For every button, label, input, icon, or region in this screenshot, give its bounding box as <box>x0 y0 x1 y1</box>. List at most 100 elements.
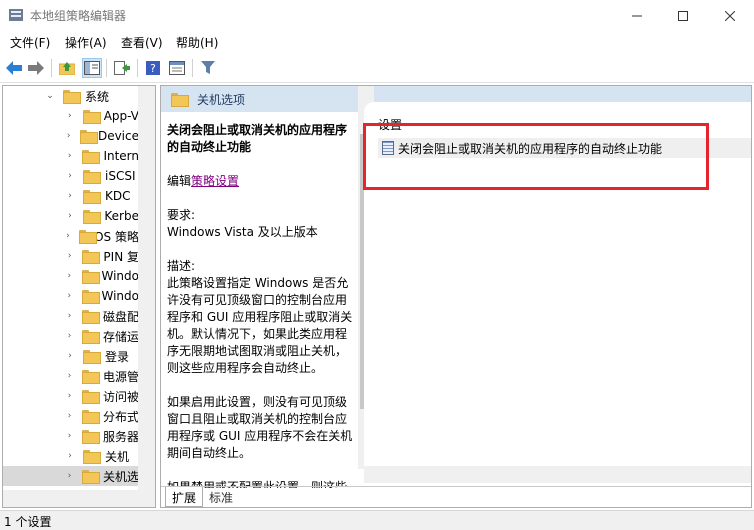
edit-policy-link[interactable]: 策略设置 <box>191 174 239 188</box>
folder-icon <box>82 250 101 264</box>
tree-item[interactable]: › 电源管 <box>3 366 139 386</box>
tree-item[interactable]: › 分布式 <box>3 406 139 426</box>
menu-help[interactable]: 帮助(H) <box>176 34 218 51</box>
chevron-right-icon[interactable]: › <box>65 271 74 281</box>
tree-item-label: 磁盘配 <box>102 309 139 324</box>
folder-icon <box>63 90 81 104</box>
tree-pane[interactable]: ⌄ 系统 › App-V › Device › Intern › iSCSI › KDC › Kerb… <box>2 85 156 508</box>
description-text: 此策略设置指定 Windows 是否允许没有可见顶级窗口的控制台应用程序和 GU… <box>167 276 353 375</box>
folder-icon <box>82 150 101 164</box>
folder-icon <box>83 350 101 364</box>
folder-icon <box>83 170 101 184</box>
menu-action[interactable]: 操作(A) <box>65 34 107 51</box>
help-icon: ? <box>146 61 160 75</box>
tree-item[interactable]: › Kerbe <box>3 206 139 226</box>
requirements-label: 要求: <box>167 208 196 222</box>
tree-item[interactable]: › Windo <box>3 286 139 306</box>
filter-icon <box>201 61 215 74</box>
tree-item-label: iSCSI <box>105 169 136 183</box>
chevron-right-icon[interactable]: › <box>65 311 74 321</box>
minimize-button[interactable] <box>614 0 660 31</box>
chevron-right-icon[interactable]: › <box>65 371 74 381</box>
tree-item[interactable]: › PIN 复 <box>3 246 139 266</box>
tree-item[interactable]: › 关机选 <box>3 466 139 486</box>
export-list-button[interactable] <box>112 58 132 78</box>
tree-item-label: Intern <box>103 149 139 163</box>
requirements-value: Windows Vista 及以上版本 <box>167 225 318 239</box>
tree-item[interactable]: › Device <box>3 126 139 146</box>
maximize-icon <box>678 10 688 21</box>
folder-icon <box>83 450 101 464</box>
chevron-right-icon[interactable]: › <box>65 231 71 241</box>
description-panel: 关闭会阻止或取消关机的应用程序的自动终止功能 编辑策略设置 要求: Window… <box>167 122 353 488</box>
tree-item[interactable]: › App-V <box>3 106 139 126</box>
chevron-right-icon[interactable]: › <box>65 131 72 141</box>
chevron-down-icon[interactable]: ⌄ <box>45 91 55 101</box>
tree-item-label: 登录 <box>105 349 130 364</box>
tab-standard[interactable]: 标准 <box>203 487 239 507</box>
chevron-right-icon[interactable]: › <box>65 451 75 461</box>
chevron-right-icon[interactable]: › <box>65 391 74 401</box>
folder-icon <box>78 230 98 244</box>
tree-item[interactable]: › OS 策略 <box>3 226 139 246</box>
chevron-right-icon[interactable]: › <box>65 471 74 481</box>
filter-button[interactable] <box>198 58 218 78</box>
chevron-right-icon[interactable]: › <box>65 211 75 221</box>
folder-icon <box>171 93 189 107</box>
properties-button[interactable] <box>167 58 187 78</box>
tree-item-system[interactable]: ⌄ 系统 <box>3 86 139 106</box>
tree-vertical-scrollbar[interactable] <box>138 86 155 490</box>
menu-file[interactable]: 文件(F) <box>10 34 50 51</box>
edit-policy-line: 编辑策略设置 <box>167 173 353 190</box>
tree-item[interactable]: › 存储运 <box>3 326 139 346</box>
show-hide-tree-button[interactable] <box>82 58 102 78</box>
chevron-right-icon[interactable]: › <box>65 171 75 181</box>
menu-view[interactable]: 查看(V) <box>121 34 163 51</box>
pane-header-title: 关机选项 <box>197 92 246 107</box>
close-icon <box>725 10 735 21</box>
chevron-right-icon[interactable]: › <box>65 431 74 441</box>
help-button[interactable]: ? <box>143 58 163 78</box>
tree-item[interactable]: › 磁盘配 <box>3 306 139 326</box>
chevron-right-icon[interactable]: › <box>65 351 75 361</box>
toolbar-separator <box>137 59 138 77</box>
tree-item[interactable]: › iSCSI <box>3 166 139 186</box>
tree-item-label: 关机选 <box>102 469 139 484</box>
tree-item[interactable]: › Intern <box>3 146 139 166</box>
chevron-right-icon[interactable]: › <box>65 291 74 301</box>
forward-icon <box>28 61 44 75</box>
chevron-right-icon[interactable]: › <box>65 111 75 121</box>
show-hide-tree-icon <box>84 61 100 75</box>
chevron-right-icon[interactable]: › <box>65 191 75 201</box>
tree-item[interactable]: › Windo <box>3 266 139 286</box>
tree-item[interactable]: › KDC <box>3 186 139 206</box>
tab-extended[interactable]: 扩展 <box>165 487 204 507</box>
tree-item[interactable]: › 登录 <box>3 346 139 366</box>
properties-icon <box>169 61 185 75</box>
folder-icon <box>82 110 101 124</box>
up-folder-button[interactable] <box>57 58 77 78</box>
chevron-right-icon[interactable]: › <box>65 411 74 421</box>
tree-item[interactable]: › 服务器 <box>3 426 139 446</box>
tree-item[interactable]: › 关机 <box>3 446 139 466</box>
status-text: 1 个设置 <box>4 515 52 529</box>
tree-item-label: 存储运 <box>102 329 139 344</box>
maximize-button[interactable] <box>660 0 706 31</box>
back-button[interactable] <box>4 58 24 78</box>
settings-horizontal-scrollbar[interactable] <box>364 466 751 483</box>
tree-item[interactable]: › 访问被 <box>3 386 139 406</box>
view-tabs: 扩展 标准 <box>161 486 751 507</box>
title-bar: 本地组策略编辑器 <box>0 0 754 31</box>
chevron-right-icon[interactable]: › <box>65 151 74 161</box>
tree-item-label: 电源管 <box>102 369 139 384</box>
highlight-box <box>363 123 709 190</box>
forward-button[interactable] <box>26 58 46 78</box>
back-icon <box>6 61 22 75</box>
window-title: 本地组策略编辑器 <box>30 9 127 23</box>
tree-item-label: Windo <box>101 289 140 303</box>
tree-horizontal-scrollbar[interactable] <box>3 490 155 507</box>
close-button[interactable] <box>707 0 753 31</box>
chevron-right-icon[interactable]: › <box>65 251 74 261</box>
chevron-right-icon[interactable]: › <box>65 331 74 341</box>
folder-icon <box>80 130 98 144</box>
